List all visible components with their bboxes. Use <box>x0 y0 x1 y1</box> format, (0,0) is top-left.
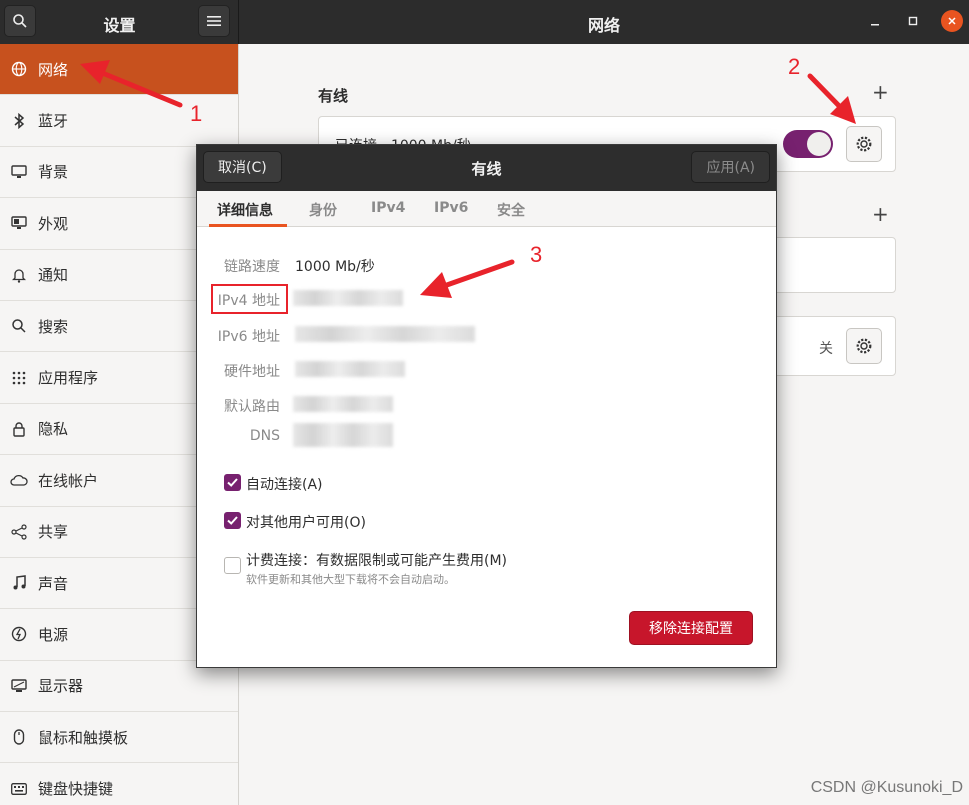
annotation-arrow-3 <box>420 259 515 298</box>
annotation-arrow-1 <box>80 60 183 108</box>
annotation-arrow-2 <box>807 73 856 124</box>
annotation-arrows <box>80 60 856 298</box>
watermark: CSDN @Kusunoki_D <box>810 779 963 796</box>
